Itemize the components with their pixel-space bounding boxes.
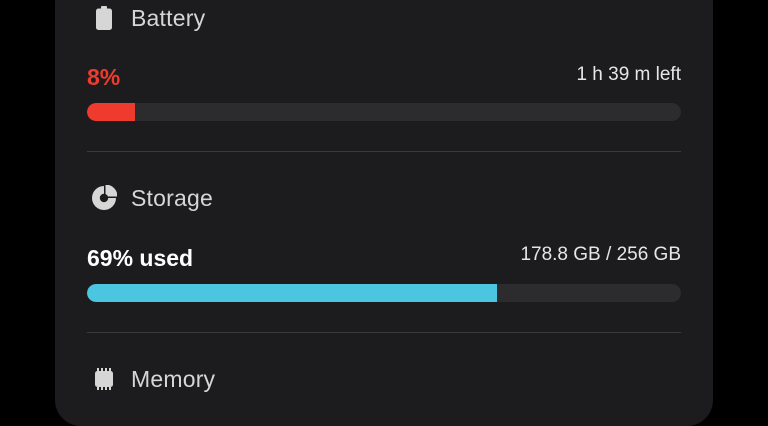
battery-percent: 8% (87, 64, 121, 90)
battery-icon (89, 3, 119, 33)
pie-chart-icon (89, 183, 119, 213)
battery-header[interactable]: Battery (87, 3, 205, 33)
storage-usage-bar (87, 284, 681, 302)
divider (87, 332, 681, 333)
memory-header[interactable]: Memory (87, 364, 215, 394)
memory-chip-icon (89, 364, 119, 394)
storage-usage-fill (87, 284, 497, 302)
battery-time-left: 1 h 39 m left (576, 64, 681, 85)
storage-title: Storage (131, 184, 213, 211)
storage-capacity: 178.8 GB / 256 GB (520, 244, 681, 265)
battery-level-fill (87, 103, 135, 121)
divider (87, 151, 681, 152)
battery-level-bar (87, 103, 681, 121)
storage-used-label: 69% used (87, 245, 194, 271)
storage-header[interactable]: Storage (87, 183, 213, 213)
memory-title: Memory (131, 365, 216, 392)
battery-title: Battery (131, 4, 206, 31)
